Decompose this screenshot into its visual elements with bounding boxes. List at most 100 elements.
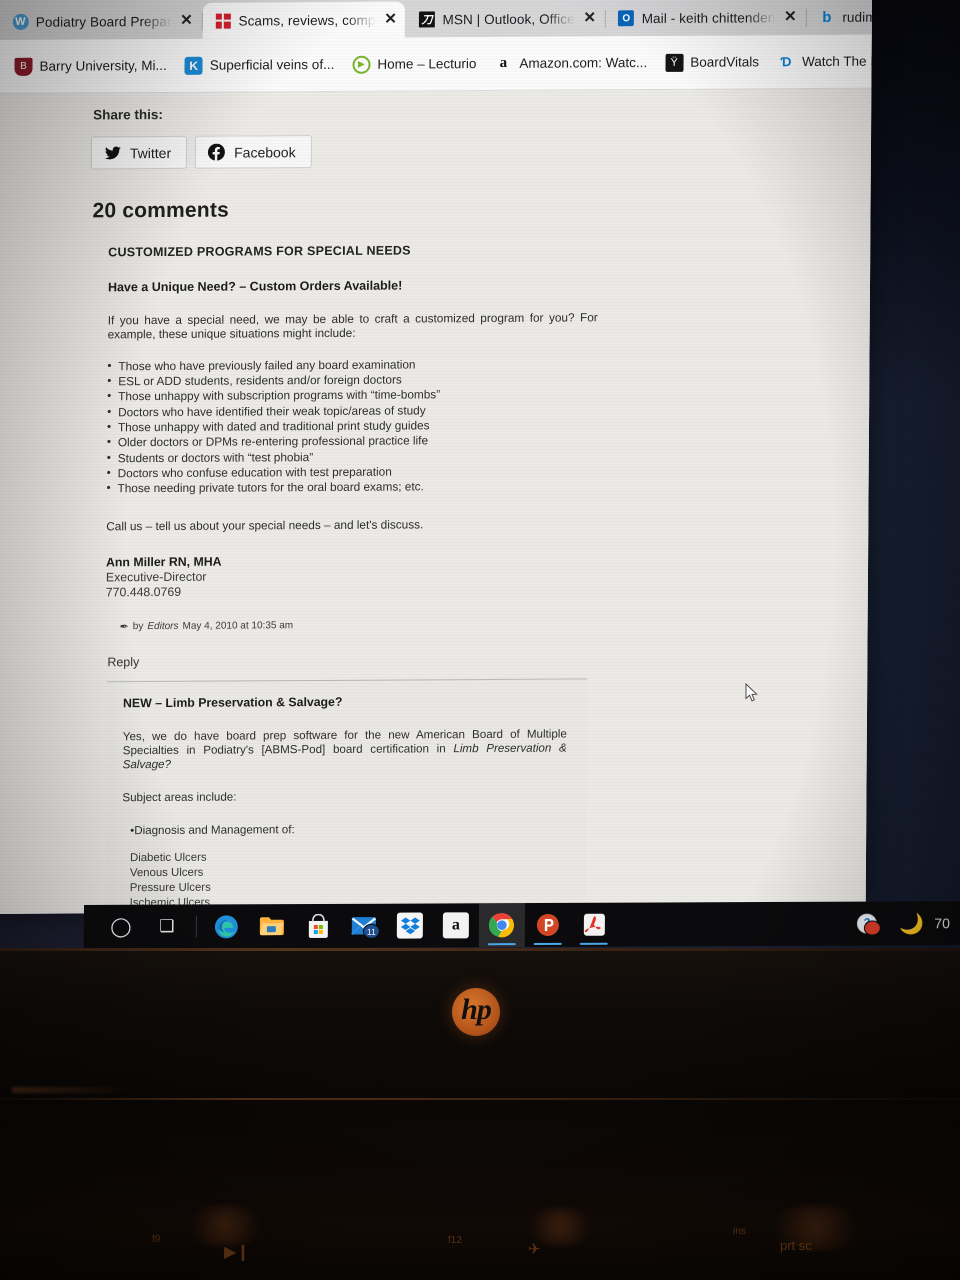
bookmark-boardvitals[interactable]: Ϋ BoardVitals xyxy=(656,49,768,76)
comment-bullet-list: Those who have previously failed any boa… xyxy=(107,355,828,497)
red-grid-icon xyxy=(214,12,231,29)
tab-title: Scams, reviews, comp xyxy=(238,12,376,29)
bookmark-amazon[interactable]: a Amazon.com: Watc... xyxy=(485,49,656,76)
comments-count-heading: 20 comments xyxy=(92,198,230,223)
taskbar-separator xyxy=(195,915,197,938)
browser-tab-strip: W Podiatry Board Prepar ✕ Scams, reviews… xyxy=(0,0,873,40)
taskbar-file-explorer[interactable] xyxy=(249,904,295,948)
wordpress-icon: W xyxy=(12,13,29,30)
comment-subtitle: Have a Unique Need? – Custom Orders Avai… xyxy=(107,278,403,295)
disney-plus-icon: Ɗ xyxy=(780,54,792,70)
facebook-f-icon xyxy=(208,143,226,161)
tab-close-icon[interactable]: ✕ xyxy=(383,11,399,28)
taskbar-amazon[interactable]: a xyxy=(433,903,479,947)
barry-shield-icon: B xyxy=(14,57,33,76)
bookmarks-bar: B Barry University, Mi... K Superficial … xyxy=(0,33,873,94)
tab-close-icon[interactable]: ✕ xyxy=(582,9,598,26)
taskbar-chrome[interactable] xyxy=(478,903,526,948)
meta-date: May 4, 2010 at 10:35 am xyxy=(182,619,294,632)
taskbar-dropbox[interactable] xyxy=(387,903,433,947)
task-view-icon: ❏ xyxy=(159,916,175,936)
help-alert-badge xyxy=(863,920,881,936)
bing-icon: b xyxy=(822,8,832,26)
start-button[interactable]: ◯ xyxy=(98,905,144,949)
laptop-photo: W Podiatry Board Prepar ✕ Scams, reviews… xyxy=(0,0,960,1280)
bookmark-superficial-veins[interactable]: K Superficial veins of... xyxy=(176,51,344,78)
subject-areas-lead: Subject areas include: xyxy=(122,790,237,805)
hinge-highlight xyxy=(12,1087,132,1093)
taskbar-tray: 🌙 70 xyxy=(843,901,960,946)
key-backlight-glow xyxy=(180,1206,270,1246)
browser-tab-mail[interactable]: O Mail - keith chittenden ✕ xyxy=(605,0,807,37)
browser-tab-scams[interactable]: Scams, reviews, comp ✕ xyxy=(202,1,405,39)
key-f9-label: f9 xyxy=(152,1234,161,1245)
bookmark-label: Home – Lecturio xyxy=(377,56,477,72)
airplane-mode-icon: ✈ xyxy=(528,1241,541,1258)
key-backlight-glow xyxy=(760,1206,870,1250)
file-explorer-icon xyxy=(259,913,285,939)
share-this-label: Share this: xyxy=(93,106,164,123)
msn-icon: 刀 xyxy=(419,11,436,28)
nested-comment-body: Yes, we do have board prep software for … xyxy=(123,727,567,771)
browser-tab-msn[interactable]: 刀 MSN | Outlook, Office ✕ xyxy=(406,0,606,38)
meta-author[interactable]: Editors xyxy=(147,621,178,632)
comment-signature: Ann Miller RN, MHA Executive-Director 77… xyxy=(106,551,826,600)
list-item: Those needing private tutors for the ora… xyxy=(107,477,827,497)
lecturio-icon: ▶ xyxy=(352,55,371,74)
diagnosis-bullet: •Diagnosis and Management of: xyxy=(130,823,295,838)
bookmark-label: Superficial veins of... xyxy=(209,56,335,73)
share-buttons-row: Twitter Facebook xyxy=(90,132,829,170)
browser-tab-rudimenta[interactable]: b rudimenta xyxy=(806,0,873,36)
tray-help[interactable] xyxy=(843,901,889,945)
nested-comment-title: NEW – Limb Preservation & Salvage? xyxy=(123,694,343,710)
dropbox-icon xyxy=(396,912,423,939)
bookmark-mandalorian[interactable]: Ɗ Watch The Mandal... xyxy=(768,48,873,75)
comment-call-to-action: Call us – tell us about your special nee… xyxy=(106,517,424,534)
reply-link[interactable]: Reply xyxy=(107,651,825,669)
meta-by-label: by xyxy=(132,620,144,632)
tab-title: rudimenta xyxy=(842,8,873,25)
comment-body: CUSTOMIZED PROGRAMS FOR SPECIAL NEEDS Ha… xyxy=(85,241,828,914)
mail-unread-badge: 11 xyxy=(362,923,380,939)
taskbar-adobe-acrobat[interactable] xyxy=(571,903,617,947)
share-facebook-button[interactable]: Facebook xyxy=(195,135,312,169)
hp-logo: hp xyxy=(452,988,500,1036)
taskbar-powerpoint[interactable] xyxy=(525,903,571,947)
tab-title: Podiatry Board Prepar xyxy=(35,13,172,30)
tab-title: Mail - keith chittenden xyxy=(641,9,776,26)
twitter-bird-icon xyxy=(104,144,121,161)
browser-tab-podiatry[interactable]: W Podiatry Board Prepar ✕ xyxy=(0,2,203,40)
bookmark-label: Watch The Mandal... xyxy=(801,53,872,70)
amazon-icon: a xyxy=(499,54,508,71)
tab-close-icon[interactable]: ✕ xyxy=(178,12,194,29)
tab-title: MSN | Outlook, Office xyxy=(442,10,575,27)
outlook-icon: O xyxy=(618,10,635,27)
bookmark-lecturio[interactable]: ▶ Home – Lecturio xyxy=(343,51,485,78)
taskbar-edge[interactable] xyxy=(203,904,249,948)
weather-temperature: 70 xyxy=(934,915,950,932)
bezel-highlight xyxy=(0,948,960,951)
taskbar-icons: ◯ ❏ 11 a xyxy=(84,903,617,949)
media-play-icon: ▶❙ xyxy=(224,1244,250,1261)
key-ins-label: ins xyxy=(733,1226,746,1237)
blog-post-content: Share this: Twitter Facebook 20 comments… xyxy=(0,89,829,914)
monitor-screen: W Podiatry Board Prepar ✕ Scams, reviews… xyxy=(0,0,960,948)
taskbar-mail[interactable]: 11 xyxy=(341,904,387,948)
bookmark-barry-university[interactable]: B Barry University, Mi... xyxy=(5,52,175,79)
adobe-acrobat-icon xyxy=(581,912,607,938)
powerpoint-icon xyxy=(535,912,561,938)
nested-comment: NEW – Limb Preservation & Salvage? Yes, … xyxy=(105,678,588,914)
mouse-cursor xyxy=(745,683,758,702)
key-f12-label: f12 xyxy=(448,1235,462,1246)
comment-title: CUSTOMIZED PROGRAMS FOR SPECIAL NEEDS xyxy=(108,243,411,260)
task-view-button[interactable]: ❏ xyxy=(144,905,190,949)
comment-intro-paragraph: If you have a special need, we may be ab… xyxy=(107,310,598,342)
bookmark-label: BoardVitals xyxy=(690,54,760,70)
share-button-label: Facebook xyxy=(234,143,296,161)
deck-edge-highlight xyxy=(0,1098,960,1100)
amazon-icon: a xyxy=(442,912,469,939)
share-twitter-button[interactable]: Twitter xyxy=(90,135,188,170)
tab-close-icon[interactable]: ✕ xyxy=(782,8,798,25)
share-button-label: Twitter xyxy=(129,144,172,161)
taskbar-microsoft-store[interactable] xyxy=(295,904,341,948)
